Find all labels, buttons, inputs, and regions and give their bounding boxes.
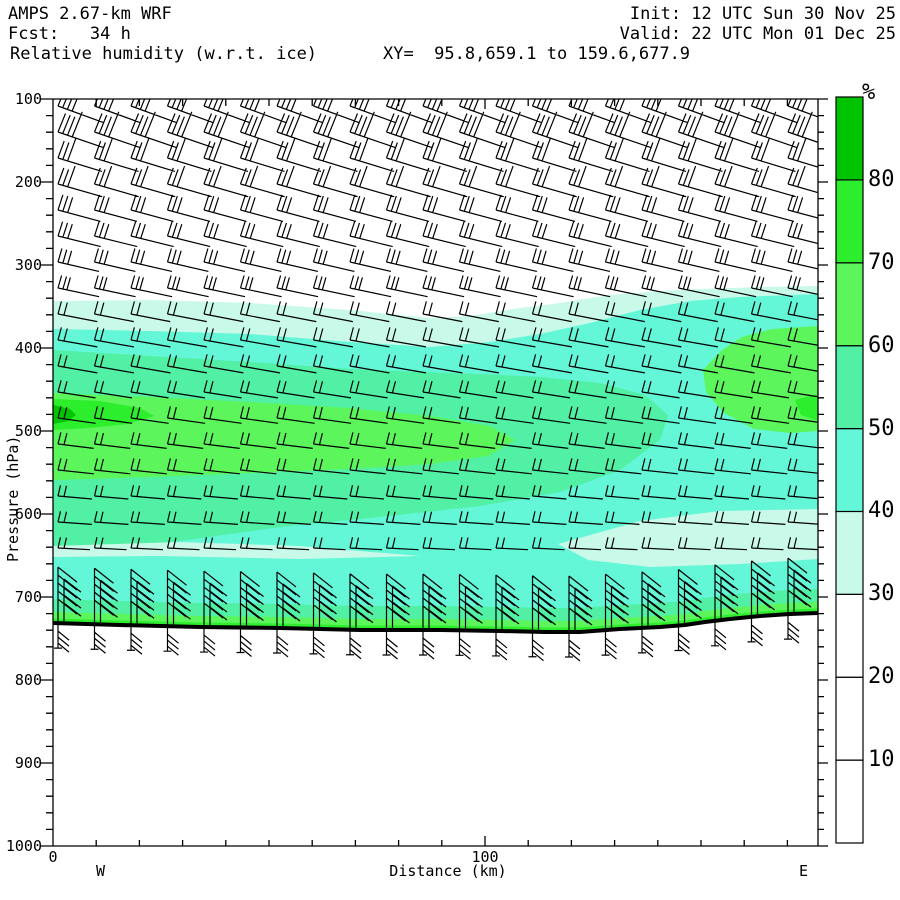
colorbar-tick-label: 60	[868, 333, 895, 358]
colorbar-tick-label: 10	[868, 747, 895, 772]
valid-time: Valid: 22 UTC Mon 01 Dec 25	[619, 24, 896, 44]
distance-tick-label: 0	[48, 848, 58, 866]
init-time: Init: 12 UTC Sun 30 Nov 25	[629, 4, 896, 24]
y-axis-title: Pressure (hPa)	[4, 435, 22, 562]
pressure-tick-label: 300	[14, 256, 42, 274]
colorbar-tick-label: 70	[868, 250, 895, 275]
pressure-tick-label: 700	[14, 588, 42, 606]
west-label: W	[96, 862, 106, 880]
xy-range: XY= 95.8,659.1 to 159.6,677.9	[383, 44, 691, 64]
pressure-tick-label: 500	[14, 422, 42, 440]
colorbar-tick-label: 30	[868, 581, 895, 606]
variable-title: Relative humidity (w.r.t. ice)	[10, 44, 318, 64]
colorbar-tick-label: 20	[868, 664, 895, 689]
pressure-tick-label: 100	[14, 90, 42, 108]
forecast-hour: Fcst: 34 h	[8, 24, 131, 44]
colorbar-tick-label: 40	[868, 498, 895, 523]
colorbar-tick-label: 50	[868, 416, 895, 441]
pressure-tick-label: 600	[14, 505, 42, 523]
colorbar-tick-label: 80	[868, 167, 895, 192]
pressure-tick-label: 200	[14, 173, 42, 191]
pressure-tick-label: 400	[14, 339, 42, 357]
east-label: E	[799, 862, 809, 880]
x-axis-title: Distance (km)	[389, 862, 507, 880]
distance-tick-label: 100	[471, 848, 499, 866]
pressure-tick-label: 800	[14, 671, 42, 689]
pressure-tick-label: 900	[14, 754, 42, 772]
model-title: AMPS 2.67-km WRF	[8, 4, 172, 24]
colorbar-title: %	[862, 80, 876, 105]
